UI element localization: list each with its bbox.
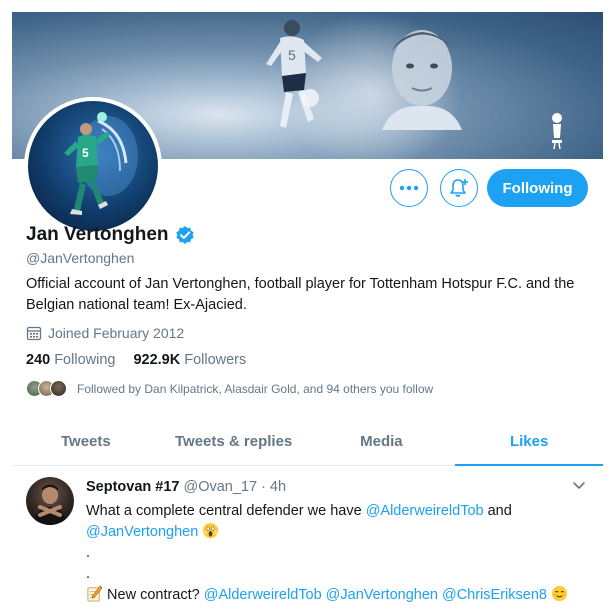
more-icon: [399, 185, 419, 191]
tab-media[interactable]: Media: [308, 420, 456, 465]
tweet-author-handle[interactable]: @Ovan_17: [184, 479, 258, 495]
profile-bio: Official account of Jan Vertonghen, foot…: [26, 276, 575, 313]
tottenham-crest-icon: [552, 113, 562, 150]
mention-link[interactable]: @JanVertonghen: [86, 524, 198, 540]
following-count: 240: [26, 352, 51, 368]
followed-by-avatars: [26, 380, 67, 397]
profile-page: 5 5 Following Jan Vertonghen @JanVertong…: [12, 12, 603, 616]
svg-text:5: 5: [288, 47, 296, 63]
mention-link[interactable]: @ChrisEriksen8: [442, 587, 547, 603]
relieved-face-emoji-icon: [551, 585, 568, 602]
followers-count-link[interactable]: 922.9K Followers: [133, 352, 246, 368]
banner-player-figure: 5: [266, 20, 322, 128]
following-label: Following: [54, 352, 116, 368]
follow-stats: 240 Following 922.9K Followers: [26, 352, 246, 368]
tweet-line-4: .: [86, 566, 91, 582]
more-options-button[interactable]: [390, 169, 428, 207]
tab-likes[interactable]: Likes: [455, 420, 603, 466]
tweet-author-name[interactable]: Septovan #17: [86, 479, 180, 495]
tweet-line-5: New contract? @AlderweireldTob @JanVerto…: [86, 585, 591, 606]
notifications-button[interactable]: [440, 169, 478, 207]
tweet-line-3: .: [86, 545, 91, 561]
profile-tabs: Tweets Tweets & replies Media Likes: [12, 420, 603, 466]
mini-avatar: [50, 380, 67, 397]
joined-date-text: Joined February 2012: [48, 325, 185, 341]
mention-link[interactable]: @AlderweireldTob: [204, 587, 322, 603]
mention-link[interactable]: @AlderweireldTob: [366, 503, 484, 519]
tweet-time[interactable]: 4h: [270, 479, 286, 495]
calendar-icon: [26, 326, 42, 341]
following-count-link[interactable]: 240 Following: [26, 352, 115, 368]
chevron-down-icon[interactable]: [572, 481, 586, 491]
joined-date-row: Joined February 2012: [26, 325, 184, 341]
tweet-line-2: @JanVertonghen: [86, 522, 591, 543]
followed-by-row[interactable]: Followed by Dan Kilpatrick, Alasdair Gol…: [26, 380, 433, 397]
banner-portrait: [382, 30, 462, 130]
avatar-player-art: 5: [64, 112, 138, 215]
tweet-text-segment: and: [483, 503, 512, 519]
tweet-text: What a complete central defender we have…: [86, 501, 591, 606]
name-row: Jan Vertonghen: [26, 224, 195, 246]
tweet-text-segment: New contract?: [107, 587, 204, 603]
followers-count: 922.9K: [133, 352, 181, 368]
mention-link[interactable]: @JanVertonghen: [326, 587, 438, 603]
tweet-separator: ·: [261, 479, 266, 495]
screaming-face-emoji-icon: [203, 522, 219, 539]
followed-by-text: Followed by Dan Kilpatrick, Alasdair Gol…: [77, 381, 434, 396]
memo-emoji-icon: [87, 585, 103, 602]
tweet-line-1: What a complete central defender we have…: [86, 501, 591, 522]
tweet-avatar-art: [34, 484, 66, 525]
tweet-author-avatar[interactable]: [26, 477, 74, 525]
verified-badge-icon: [175, 226, 194, 244]
followers-label: Followers: [184, 352, 247, 368]
profile-handle: @JanVertonghen: [26, 250, 135, 266]
tweet-text-segment: What a complete central defender we have: [86, 503, 366, 519]
display-name: Jan Vertonghen: [26, 224, 169, 245]
svg-text:5: 5: [82, 146, 89, 160]
tab-tweets-and-replies[interactable]: Tweets & replies: [160, 420, 308, 465]
following-button[interactable]: Following: [487, 169, 588, 207]
bell-plus-icon: [450, 179, 468, 197]
tweet-item[interactable]: Septovan #17 @Ovan_17 · 4h What a comple…: [12, 467, 603, 616]
profile-avatar[interactable]: 5: [24, 97, 162, 235]
tweet-header: Septovan #17 @Ovan_17 · 4h: [86, 479, 286, 495]
tab-tweets[interactable]: Tweets: [12, 420, 160, 465]
